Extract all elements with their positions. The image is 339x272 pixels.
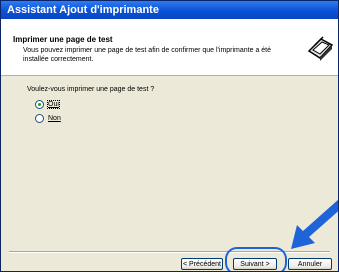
print-test-question: Voulez-vous imprimer une page de test ?	[27, 86, 155, 93]
wizard-header: Imprimer une page de test Vous pouvez im…	[1, 19, 338, 76]
back-button[interactable]: < Précédent	[181, 258, 223, 270]
radio-yes[interactable]	[35, 99, 44, 109]
next-button-highlight	[225, 247, 287, 271]
option-yes[interactable]: Oui	[35, 98, 60, 110]
printer-wizard-window: Assistant Ajout d'imprimante Imprimer un…	[0, 0, 339, 272]
header-title: Imprimer une page de test	[13, 35, 113, 44]
printer-wizard-icon	[306, 32, 334, 61]
header-subtitle: Vous pouvez imprimer une page de test af…	[23, 47, 272, 63]
title-bar[interactable]: Assistant Ajout d'imprimante	[1, 1, 338, 19]
option-no[interactable]: Non	[35, 112, 61, 124]
radio-no-label[interactable]: Non	[48, 115, 61, 122]
radio-yes-label[interactable]: Oui	[47, 99, 60, 109]
pointer-arrow-icon	[291, 199, 338, 249]
window-title: Assistant Ajout d'imprimante	[7, 4, 159, 16]
radio-no[interactable]	[35, 113, 44, 123]
cancel-button[interactable]: Annuler	[288, 258, 332, 270]
